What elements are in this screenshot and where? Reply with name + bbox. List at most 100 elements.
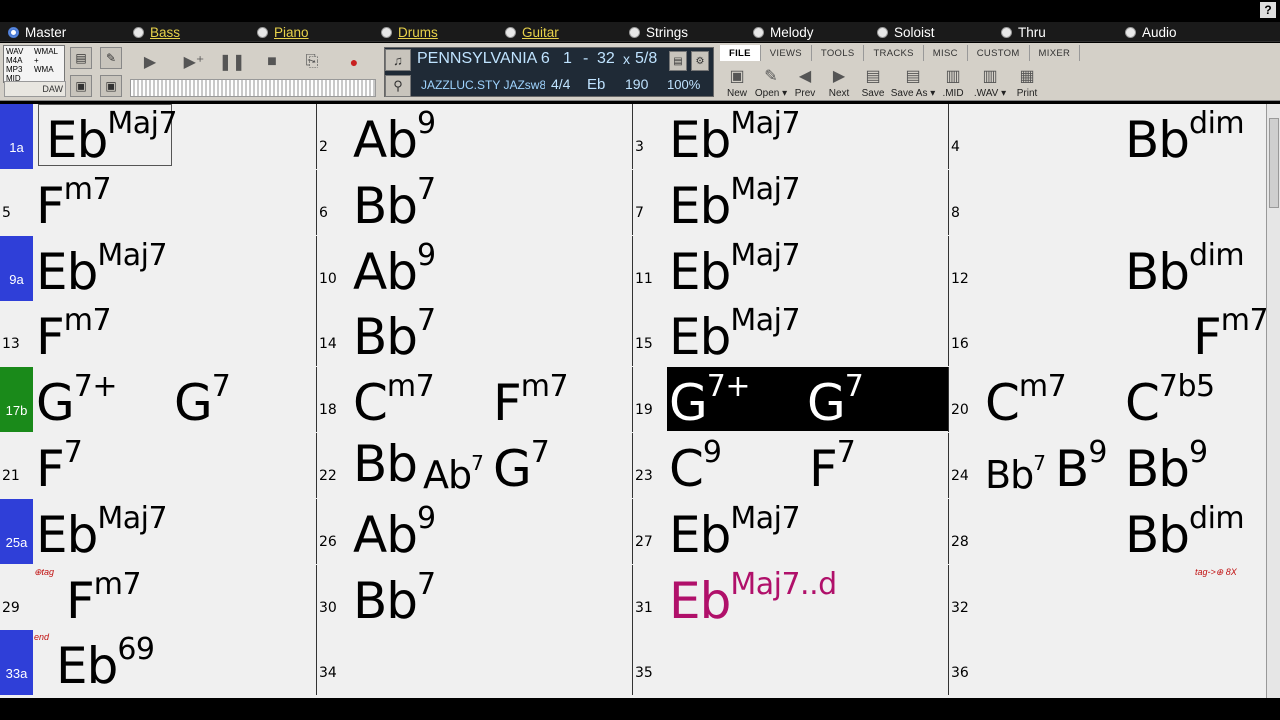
bar-30[interactable]: 30 Bb7 — [316, 564, 632, 630]
chord-symbol[interactable]: G7+ — [669, 369, 750, 432]
chord-symbol[interactable]: Bbdim — [1125, 106, 1245, 169]
chorus-start[interactable]: 1 — [563, 50, 572, 68]
bar-33a[interactable]: 33a end Eb69 — [0, 630, 316, 696]
file-button[interactable]: ✎ Open ▾ — [754, 63, 788, 99]
chord-symbol[interactable]: EbMaj7 — [36, 238, 168, 301]
bar-13[interactable]: 13 Fm7 — [0, 301, 316, 366]
track-radio-icon[interactable] — [257, 26, 268, 38]
file-button[interactable]: ▥ .MID — [936, 63, 970, 99]
chord-symbol[interactable]: Bb — [353, 435, 418, 493]
help-button[interactable]: ? — [1260, 2, 1276, 18]
track-radio-icon[interactable] — [629, 26, 640, 38]
track-radio-icon[interactable] — [877, 26, 888, 38]
chord-symbol[interactable]: Eb69 — [56, 632, 155, 695]
part-marker[interactable]: 9a — [0, 235, 33, 301]
bar-6[interactable]: 6 Bb7 — [316, 169, 632, 235]
bar-28[interactable]: 28 Bbdim — [948, 498, 1266, 564]
style-icon[interactable]: ⚲ — [385, 75, 411, 97]
bar-22[interactable]: 22 Bb Ab7 G7 — [316, 433, 632, 498]
chord-symbol[interactable]: Bbdim — [1125, 238, 1245, 301]
file-button[interactable]: ▣ New — [720, 63, 754, 99]
track-thru[interactable]: Thru — [1001, 24, 1046, 40]
chord-symbol[interactable]: Bb7 — [985, 451, 1046, 497]
bar-2[interactable]: 2 Ab9 — [316, 104, 632, 169]
scroll-thumb[interactable] — [1269, 118, 1279, 208]
bar-27[interactable]: 27 EbMaj7 — [632, 498, 948, 564]
part-marker[interactable]: 25a — [0, 498, 33, 564]
bar-7[interactable]: 7 EbMaj7 — [632, 169, 948, 235]
chord-symbol[interactable]: Ab9 — [353, 238, 436, 301]
stop-icon[interactable]: ■ — [254, 47, 290, 77]
edit-icon[interactable]: ✎ — [100, 47, 122, 69]
tab-views[interactable]: VIEWS — [761, 45, 812, 61]
chord-symbol[interactable]: Ab7 — [423, 451, 484, 497]
bar-12[interactable]: 12 Bbdim — [948, 235, 1266, 301]
track-guitar[interactable]: Guitar — [505, 24, 559, 40]
part-marker[interactable]: 1a — [0, 104, 33, 169]
bar-20[interactable]: 20 Cm7 C7b5 — [948, 367, 1266, 433]
chord-symbol[interactable]: EbMaj7..d — [669, 567, 837, 630]
bar-34[interactable]: 34 — [316, 630, 632, 696]
chord-symbol[interactable]: F7 — [36, 435, 83, 498]
chord-symbol[interactable]: G7 — [174, 369, 231, 432]
bar-9a[interactable]: 9a EbMaj7 — [0, 235, 316, 301]
bar-25a[interactable]: 25a EbMaj7 — [0, 498, 316, 564]
chord-symbol[interactable]: F7 — [809, 435, 856, 498]
repeats[interactable]: 5/8 — [635, 50, 657, 68]
track-radio-icon[interactable] — [1001, 26, 1012, 38]
track-radio-icon[interactable] — [505, 26, 516, 38]
tab-file[interactable]: FILE — [720, 45, 761, 61]
bar-18[interactable]: 18 Cm7 Fm7 — [316, 367, 632, 433]
chord-symbol[interactable]: Bb7 — [353, 172, 436, 235]
chord-symbol[interactable]: Bbdim — [1125, 501, 1245, 564]
chord-symbol[interactable]: EbMaj7 — [669, 106, 801, 169]
song-title[interactable]: PENNSYLVANIA 6 — [417, 50, 550, 68]
play-icon[interactable]: ▶ — [132, 47, 168, 77]
chord-symbol[interactable]: EbMaj7 — [669, 172, 801, 235]
track-radio-icon[interactable] — [8, 26, 19, 38]
tempo-percent[interactable]: 100% — [667, 77, 700, 92]
track-radio-icon[interactable] — [1125, 26, 1136, 38]
loop-icon[interactable]: ⎘ — [294, 47, 330, 77]
record-icon[interactable]: ● — [336, 47, 372, 77]
bar-3[interactable]: 3 EbMaj7 — [632, 104, 948, 169]
notes-icon[interactable]: ▤ — [669, 51, 687, 71]
track-radio-icon[interactable] — [381, 26, 392, 38]
track-melody[interactable]: Melody — [753, 24, 814, 40]
tempo[interactable]: 190 — [625, 76, 648, 92]
chord-symbol[interactable]: Bb7 — [353, 303, 436, 366]
tab-misc[interactable]: MISC — [924, 45, 968, 61]
chord-symbol[interactable]: Ab9 — [353, 106, 436, 169]
chord-symbol[interactable]: Fm7 — [493, 369, 569, 432]
bar-15[interactable]: 15 EbMaj7 — [632, 301, 948, 367]
bar-32[interactable]: 32 tag->⊕ 8X — [948, 564, 1266, 630]
daw-label[interactable]: DAW — [4, 81, 66, 97]
tab-custom[interactable]: CUSTOM — [968, 45, 1030, 61]
bar-11[interactable]: 11 EbMaj7 — [632, 235, 948, 301]
file-button[interactable]: ▥ .WAV ▾ — [970, 63, 1010, 99]
chord-symbol[interactable]: Cm7 — [985, 369, 1067, 432]
chord-symbol[interactable]: C7b5 — [1125, 369, 1215, 432]
bar-24[interactable]: 24 Bb7 B9 Bb9 — [948, 433, 1266, 498]
bar-21[interactable]: 21 F7 — [0, 433, 316, 498]
import-icon[interactable]: ▤ — [70, 47, 92, 69]
file-button[interactable]: ▶ Next — [822, 63, 856, 99]
chord-symbol[interactable]: Bb9 — [1125, 435, 1208, 498]
bar-10[interactable]: 10 Ab9 — [316, 235, 632, 301]
chord-symbol[interactable]: G7 — [493, 435, 550, 498]
style-name[interactable]: JAZZLUC.STY JAZsw8 — [421, 78, 545, 92]
bar-14[interactable]: 14 Bb7 — [316, 301, 632, 367]
part-marker[interactable]: 17b — [0, 367, 33, 433]
bar-35[interactable]: 35 — [632, 630, 948, 696]
save-small-icon[interactable]: ▣ — [70, 75, 92, 97]
time-signature[interactable]: 4/4 — [551, 76, 570, 92]
track-drums[interactable]: Drums — [381, 24, 438, 40]
track-piano[interactable]: Piano — [257, 24, 309, 40]
settings-icon[interactable]: ⚙ — [691, 51, 709, 71]
bar-17b[interactable]: 17b G7+ G7 — [0, 367, 316, 433]
song-icon[interactable]: ♫ — [385, 49, 411, 71]
chord-symbol[interactable]: B9 — [1055, 435, 1107, 498]
chord-symbol[interactable]: EbMaj7 — [46, 106, 178, 169]
chord-symbol[interactable]: Fm7 — [1193, 303, 1269, 366]
wav-mp3-box[interactable]: WAV WMAL M4A + MP3 WMA MID — [3, 45, 65, 83]
